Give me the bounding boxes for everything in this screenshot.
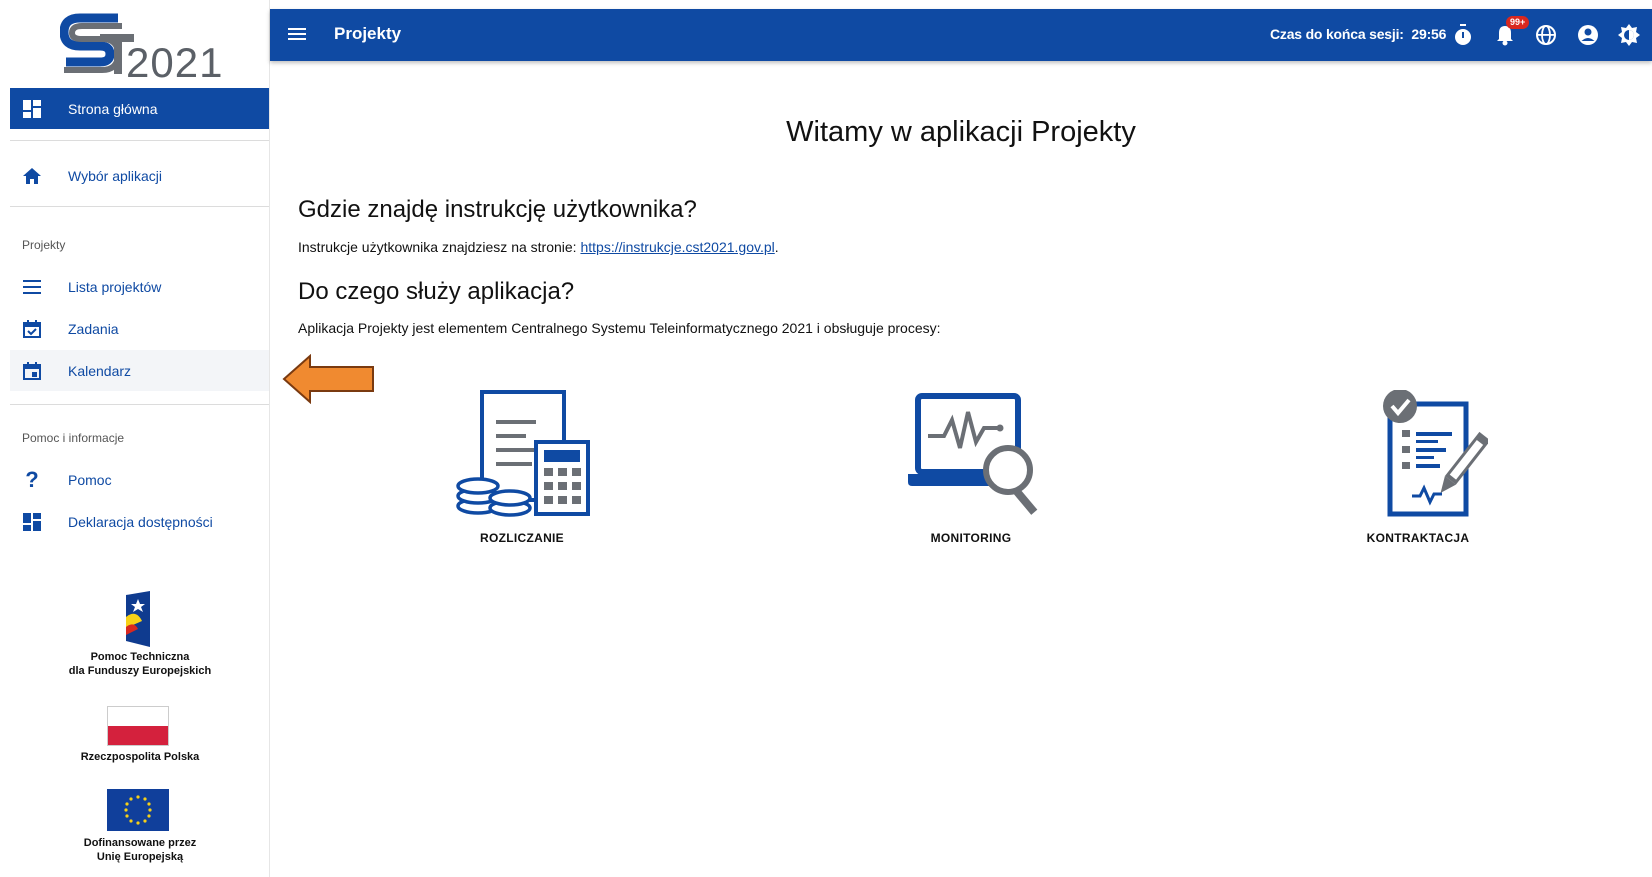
sidebar: 2021 Strona główna Wybór aplikacji Proje…	[0, 0, 270, 877]
session-time: 29:56	[1411, 26, 1447, 42]
tile-label: KONTRAKTACJA	[1366, 531, 1470, 545]
heading-user-guide: Gdzie znajdę instrukcję użytkownika?	[298, 196, 697, 223]
sidebar-item-label: Deklaracja dostępności	[68, 513, 213, 530]
page-title: Witamy w aplikacji Projekty	[786, 116, 1136, 148]
heading-app-purpose: Do czego służy aplikacja?	[298, 278, 575, 305]
divider	[10, 206, 269, 207]
tile-label: MONITORING	[930, 531, 1012, 545]
user-guide-label: Instrukcje użytkownika znajdziesz na str…	[298, 239, 577, 255]
question-icon: ?	[25, 466, 39, 492]
timer-icon[interactable]	[1450, 22, 1476, 48]
sidebar-item-label: Lista projektów	[68, 278, 162, 295]
app-purpose-text: Aplikacja Projekty jest elementem Centra…	[298, 320, 941, 336]
sidebar-item-help[interactable]: ? Pomoc	[10, 459, 269, 500]
user-guide-suffix: .	[774, 239, 779, 255]
calendar-check-icon	[20, 317, 44, 341]
logo-year: 2021	[126, 39, 224, 86]
partner-eu-line1: Dofinansowane przez	[83, 837, 197, 849]
fe-logo	[122, 591, 154, 647]
sidebar-item-home[interactable]: Strona główna	[10, 88, 269, 129]
sidebar-item-calendar[interactable]: Kalendarz	[10, 350, 269, 391]
app-title: Projekty	[334, 24, 402, 43]
list-icon	[20, 275, 44, 299]
partner-fe-line2: dla Funduszy Europejskich	[68, 665, 212, 677]
calendar-icon	[20, 359, 44, 383]
orange-arrow-icon	[282, 354, 374, 404]
tile-kontraktacja[interactable]: KONTRAKTACJA	[1328, 389, 1508, 545]
user-guide-link[interactable]: https://instrukcje.cst2021.gov.pl	[580, 239, 774, 255]
section-label-projects: Projekty	[22, 238, 66, 252]
sidebar-item-label: Strona główna	[68, 100, 158, 117]
notifications-badge: 99+	[1506, 16, 1530, 29]
partner-eu-line2: Unię Europejską	[96, 851, 184, 863]
sidebar-item-apps[interactable]: Wybór aplikacji	[10, 155, 269, 196]
divider	[10, 404, 269, 405]
eu-flag	[107, 789, 169, 831]
partner-pl: Rzeczpospolita Polska	[80, 751, 200, 763]
home-icon	[20, 164, 44, 188]
section-label-help: Pomoc i informacje	[22, 431, 125, 445]
divider	[10, 140, 269, 141]
dashboard-icon	[20, 97, 44, 121]
poland-flag	[107, 706, 169, 746]
tile-monitoring[interactable]: MONITORING	[881, 390, 1061, 545]
account-icon[interactable]	[1575, 22, 1601, 48]
monitoring-icon	[908, 393, 1038, 515]
sidebar-item-accessibility[interactable]: Deklaracja dostępności	[10, 501, 269, 542]
dashboard-icon	[20, 510, 44, 534]
sidebar-item-tasks[interactable]: Zadania	[10, 308, 269, 349]
partner-fe: Pomoc Techniczna dla Funduszy Europejski…	[40, 650, 240, 678]
user-guide-text: Instrukcje użytkownika znajdziesz na str…	[298, 239, 779, 255]
partner-eu: Dofinansowane przez Unię Europejską	[40, 836, 240, 864]
top-app-bar: Projekty Czas do końca sesji: 29:56 99+	[270, 9, 1652, 61]
tile-rozliczanie[interactable]: ROZLICZANIE	[432, 390, 612, 545]
cst2021-logo[interactable]: 2021	[59, 12, 230, 86]
tile-label: ROZLICZANIE	[480, 531, 564, 545]
sidebar-item-label: Pomoc	[68, 471, 112, 488]
sidebar-item-label: Zadania	[68, 320, 119, 337]
session-timer: Czas do końca sesji: 29:56	[1270, 26, 1446, 42]
sidebar-item-label: Wybór aplikacji	[68, 167, 163, 184]
session-label: Czas do końca sesji:	[1270, 26, 1404, 42]
partner-fe-line1: Pomoc Techniczna	[90, 651, 190, 663]
globe-icon[interactable]	[1533, 22, 1559, 48]
sidebar-item-projects-list[interactable]: Lista projektów	[10, 266, 269, 307]
sidebar-item-label: Kalendarz	[68, 362, 132, 379]
contracting-icon	[1383, 389, 1491, 517]
brightness-icon[interactable]	[1616, 22, 1642, 48]
menu-icon[interactable]	[286, 23, 310, 47]
settlement-icon	[456, 390, 590, 517]
